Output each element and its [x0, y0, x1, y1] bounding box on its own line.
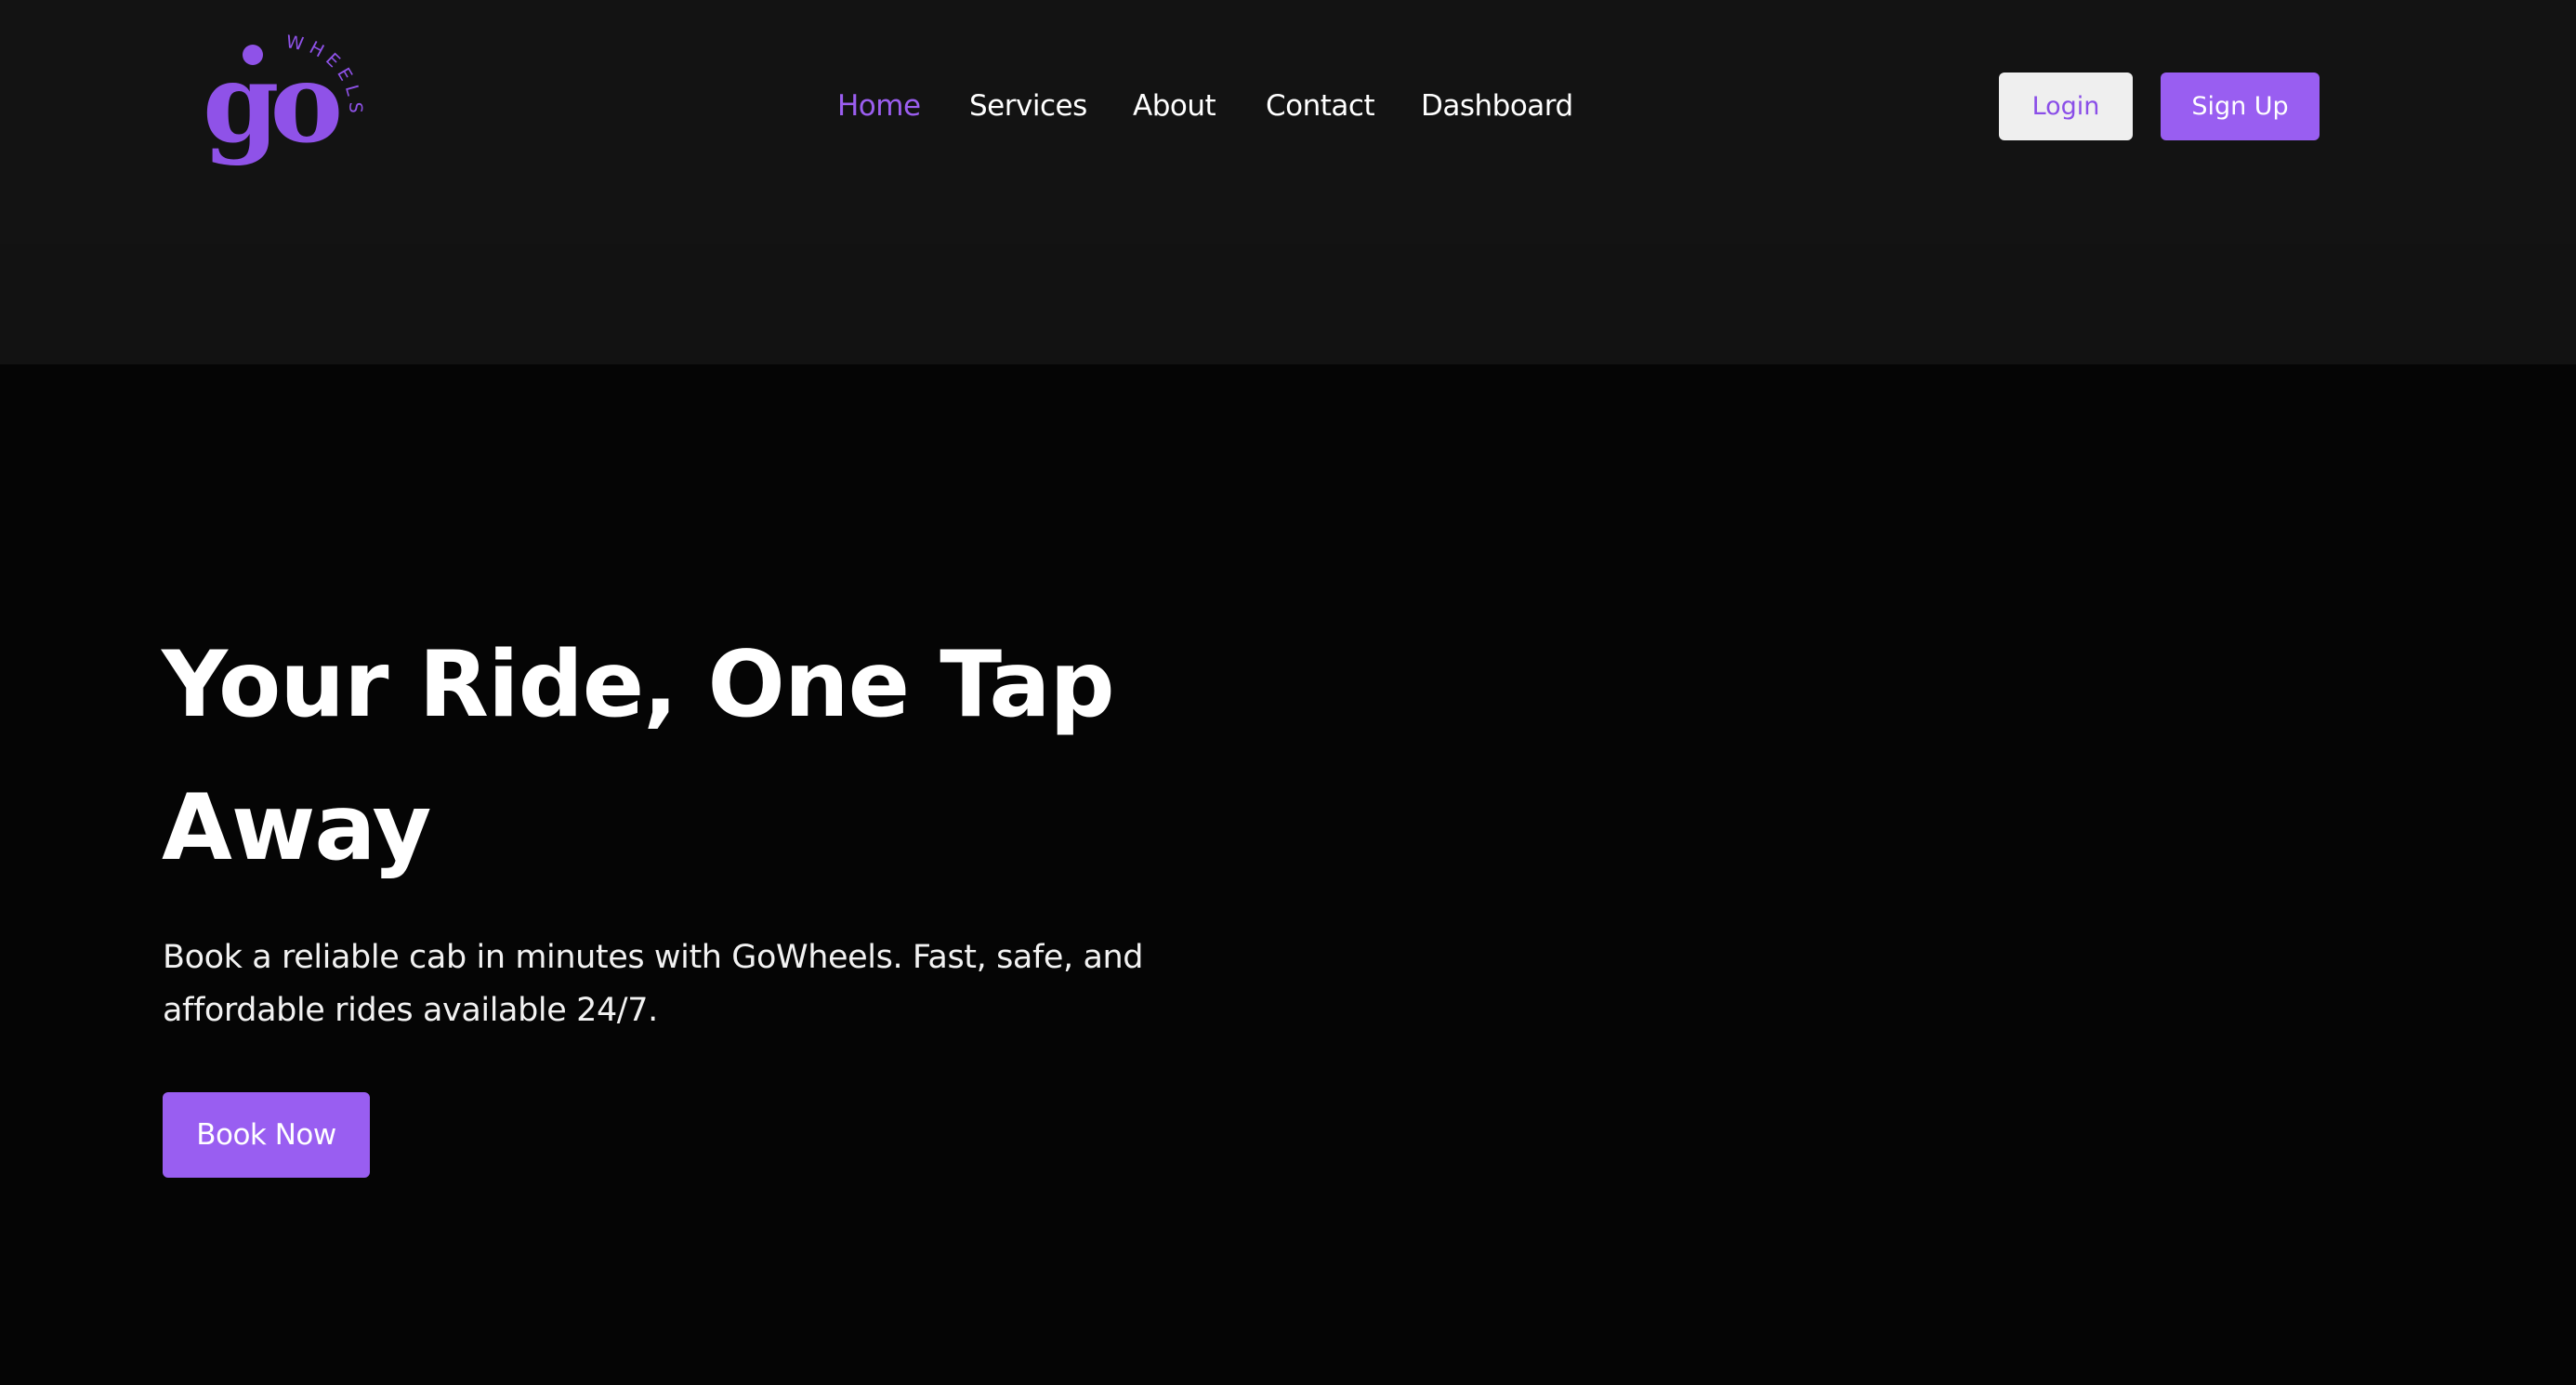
nav-about[interactable]: About — [1133, 84, 1216, 128]
hero-subtitle: Book a reliable cab in minutes with GoWh… — [163, 939, 1144, 1029]
nav-contact[interactable]: Contact — [1266, 84, 1375, 128]
nav-home[interactable]: Home — [837, 84, 921, 128]
gowheels-logo[interactable]: go WHEELS — [197, 32, 364, 171]
hero-title: Your Ride, One Tap Away — [162, 632, 1115, 881]
login-button[interactable]: Login — [1999, 73, 2133, 140]
signup-button[interactable]: Sign Up — [2161, 73, 2320, 140]
book-now-button[interactable]: Book Now — [163, 1092, 370, 1178]
site-header: go WHEELS Home Services About Contact Da… — [0, 0, 2576, 244]
page: go WHEELS Home Services About Contact Da… — [0, 0, 2576, 1385]
nav-dashboard[interactable]: Dashboard — [1421, 84, 1573, 128]
header-band — [0, 244, 2576, 364]
nav-services[interactable]: Services — [969, 84, 1087, 128]
logo-dot — [243, 45, 263, 65]
